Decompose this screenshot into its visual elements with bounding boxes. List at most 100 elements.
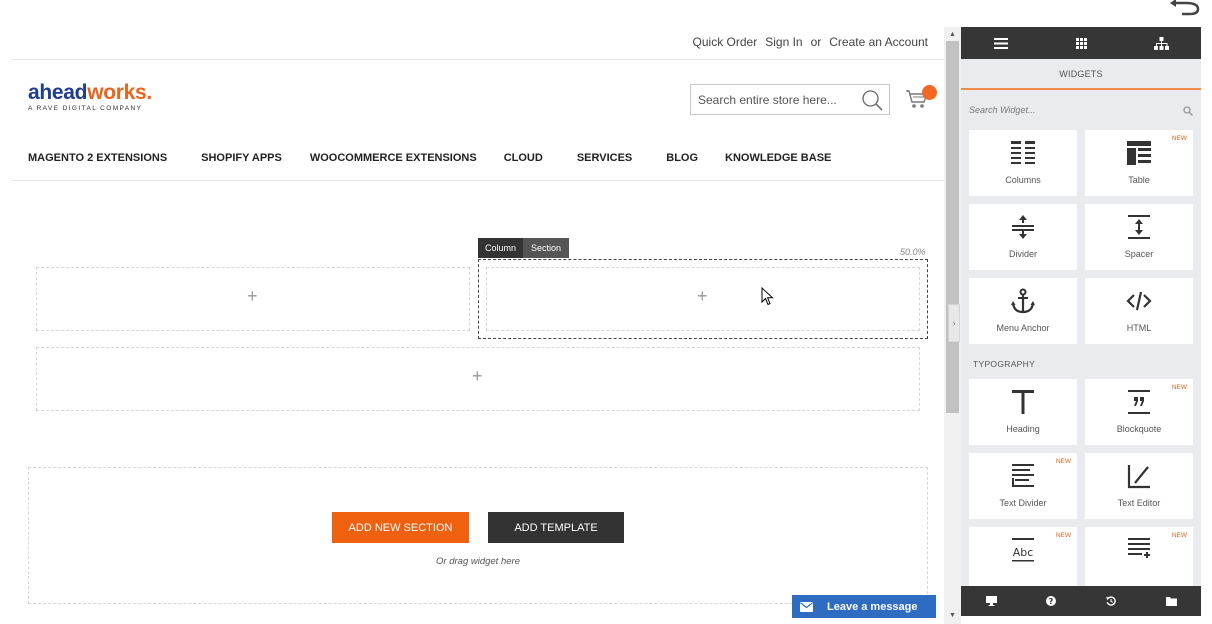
widgets-panel: WIDGETS Columns NEW [961, 27, 1201, 616]
store-search [690, 84, 890, 115]
nav-item-magento[interactable]: MAGENTO 2 EXTENSIONS [28, 152, 167, 164]
heading-icon [1012, 390, 1034, 414]
columns-icon [1011, 141, 1035, 164]
nav-item-cloud[interactable]: CLOUD [504, 152, 543, 164]
new-section-dropzone [28, 467, 928, 604]
logo-text-ahead: ahead [28, 81, 88, 104]
collapse-panel-chevron-icon[interactable]: › [948, 304, 960, 342]
widget-label: Spacer [1124, 249, 1154, 259]
new-badge: NEW [1171, 135, 1187, 142]
scroll-thumb[interactable] [946, 41, 959, 413]
widget-label: Blockquote [1116, 424, 1162, 434]
widget-columns[interactable]: Columns [969, 130, 1077, 196]
envelope-icon [800, 601, 813, 612]
widget-label: HTML [1126, 323, 1152, 333]
widget-menu-anchor[interactable]: Menu Anchor [969, 278, 1077, 344]
mouse-cursor-icon [761, 287, 774, 306]
widget-blockquote[interactable]: NEW Blockquote [1085, 379, 1193, 445]
quick-order-link[interactable]: Quick Order [693, 35, 758, 49]
logo[interactable]: aheadworks. A RAVE DIGITAL COMPANY [28, 81, 152, 113]
widget-search-input[interactable] [969, 100, 1193, 120]
nav-divider [12, 180, 944, 181]
header-links: Quick Order Sign In or Create an Account [693, 35, 928, 49]
widget-text-editor[interactable]: Text Editor [1085, 453, 1193, 519]
store-page: Quick Order Sign In or Create an Account… [0, 0, 944, 624]
typography-widgets: Heading NEW Blockquote NEW Text Divider … [961, 379, 1201, 593]
layout-widgets: Columns NEW Table Divider Spacer Menu An… [961, 130, 1201, 344]
widget-label: Divider [1008, 249, 1037, 259]
sitemap-icon[interactable] [1121, 27, 1201, 59]
code-icon [1126, 291, 1152, 311]
create-account-link[interactable]: Create an Account [829, 35, 928, 49]
sign-in-link[interactable]: Sign In [765, 35, 802, 49]
help-icon[interactable]: ? [1021, 586, 1081, 616]
widget-label: Menu Anchor [996, 323, 1050, 333]
widget-spacer[interactable]: Spacer [1085, 204, 1193, 270]
add-template-button[interactable]: ADD TEMPLATE [488, 512, 624, 543]
logo-text-works: works. [87, 81, 152, 104]
column-toolbar: Column Section [478, 238, 570, 258]
blockquote-icon [1128, 390, 1150, 414]
desktop-icon[interactable] [961, 586, 1021, 616]
section-tab[interactable]: Section [523, 238, 570, 258]
typography-category-title: TYPOGRAPHY [973, 359, 1036, 369]
widget-search [961, 90, 1201, 130]
logo-tagline: A RAVE DIGITAL COMPANY [28, 105, 143, 112]
grid-icon[interactable] [1041, 27, 1121, 59]
add-widget-plus-left[interactable]: + [247, 287, 258, 305]
divider-icon [1012, 215, 1034, 239]
column-tab[interactable]: Column [478, 238, 524, 258]
nav-item-shopify[interactable]: SHOPIFY APPS [201, 152, 282, 164]
undo-icon[interactable] [1170, 0, 1204, 16]
widget-heading[interactable]: Heading [969, 379, 1077, 445]
panel-footer: ? [961, 586, 1201, 616]
widget-label: Columns [1005, 175, 1041, 185]
page-builder-screen: Quick Order Sign In or Create an Account… [0, 0, 1212, 624]
nav-item-services[interactable]: SERVICES [577, 152, 632, 164]
widget-html[interactable]: HTML [1085, 278, 1193, 344]
widget-divider[interactable]: Divider [969, 204, 1077, 270]
text-divider-icon [1012, 464, 1034, 487]
add-new-section-button[interactable]: ADD NEW SECTION [332, 512, 469, 543]
drag-widget-hint: Or drag widget here [436, 556, 520, 567]
nav-item-woocommerce[interactable]: WOOCOMMERCE EXTENSIONS [310, 152, 477, 164]
new-badge: NEW [1055, 532, 1071, 539]
leave-message-label: Leave a message [827, 600, 918, 613]
table-icon [1127, 141, 1151, 165]
widget-label: Table [1128, 175, 1150, 185]
search-icon[interactable] [861, 89, 883, 111]
folder-icon[interactable] [1141, 586, 1201, 616]
new-badge: NEW [1171, 384, 1187, 391]
search-icon[interactable] [1183, 106, 1193, 116]
nav-item-knowledge-base[interactable]: KNOWLEDGE BASE [725, 152, 831, 164]
new-badge: NEW [1055, 458, 1071, 465]
scroll-up-arrow-icon[interactable]: ▲ [944, 27, 961, 41]
new-badge: NEW [1171, 532, 1187, 539]
widget-label: Text Divider [999, 498, 1047, 508]
add-widget-plus-row[interactable]: + [472, 367, 483, 385]
column-width-label: 50.0% [900, 247, 926, 257]
widget-text-abc[interactable]: NEW Abc [969, 527, 1077, 593]
leave-message-button[interactable]: Leave a message [792, 595, 936, 618]
widget-label: Text Editor [1117, 498, 1161, 508]
widget-text-divider[interactable]: NEW Text Divider [969, 453, 1077, 519]
menu-icon[interactable] [961, 27, 1041, 59]
list-plus-icon [1128, 538, 1150, 558]
text-abc-icon: Abc [1012, 538, 1034, 562]
nav-item-blog[interactable]: BLOG [666, 152, 698, 164]
svg-text:Abc: Abc [1013, 546, 1034, 559]
svg-text:?: ? [1049, 597, 1054, 606]
history-icon[interactable] [1081, 586, 1141, 616]
cart-badge [922, 85, 937, 100]
main-nav: MAGENTO 2 EXTENSIONS SHOPIFY APPS WOOCOM… [28, 152, 831, 164]
widget-label: Heading [1006, 424, 1040, 434]
widget-table[interactable]: NEW Table [1085, 130, 1193, 196]
panel-title: WIDGETS [961, 59, 1201, 90]
header-divider [12, 59, 944, 60]
widget-list-plus[interactable]: NEW [1085, 527, 1193, 593]
spacer-icon [1128, 215, 1150, 239]
scroll-down-arrow-icon[interactable]: ▼ [944, 608, 961, 622]
text-editor-icon [1127, 465, 1150, 489]
add-widget-plus-right[interactable]: + [697, 287, 708, 305]
store-search-input[interactable] [698, 92, 858, 107]
